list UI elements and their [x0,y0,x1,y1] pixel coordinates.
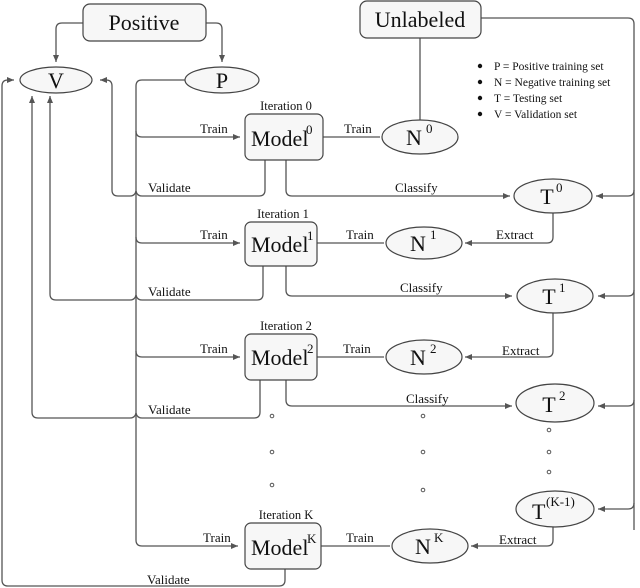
edge-model2-to-t2 [285,380,512,409]
t-superscript: 0 [556,180,563,195]
iteration-title: Iteration 2 [260,319,312,333]
n-superscript: K [434,530,444,545]
iterative-training-diagram: Positive Unlabeled V P P = Positive trai… [1,0,635,587]
t-superscript: 2 [559,388,566,403]
train-label: Train [203,530,231,545]
n-label: N [406,125,422,150]
unlabeled-node: Unlabeled [359,0,482,39]
n-superscript: 1 [430,227,437,242]
train-label: Train [200,227,228,242]
train-label: Train [344,121,372,136]
n-superscript: 2 [430,341,437,356]
model-superscript: 1 [307,228,314,243]
model-superscript: 0 [306,122,313,137]
t-label: T [542,284,556,309]
edge-model2-validate [29,96,261,419]
extract-label: Extract [502,343,540,358]
iteration-title: Iteration K [259,508,314,522]
edge-rail-to-t0 [596,189,635,199]
continuation-dots [269,413,552,493]
extract-label: Extract [499,532,537,547]
t-label: T [542,392,556,417]
classify-label: Classify [406,391,449,406]
edge-model1-validate [47,96,264,301]
legend: P = Positive training set N = Negative t… [477,61,611,121]
edge-modelk-validate [1,77,286,587]
edge-positive-to-v [53,22,83,62]
iteration-title: Iteration 1 [257,207,309,221]
validate-label: Validate [148,402,191,417]
validate-label: Validate [147,572,190,587]
edge-model0-validate [100,77,266,197]
n-label: N [410,231,426,256]
legend-item: V = Validation set [494,109,578,121]
n-superscript: 0 [426,121,433,136]
model-superscript: 2 [307,341,314,356]
t-superscript: 1 [559,280,566,295]
n-label: N [415,534,431,559]
edge-rail-to-t2 [598,399,635,409]
edge-p-trunk [135,79,238,549]
validate-label: Validate [148,284,191,299]
t-label: T [532,499,546,524]
v-node: V [19,66,93,94]
edge-rail-to-t1 [598,289,635,299]
model-label: Model [251,345,308,370]
model-superscript: K [307,531,317,546]
t-label: T [540,184,554,209]
model-label: Model [251,126,308,151]
n-label: N [410,345,426,370]
t-superscript: (K-1) [546,494,575,509]
iteration-k: Iteration K Model K N K T (K-1) Train Tr… [147,490,595,587]
legend-item: N = Negative training set [494,77,611,89]
train-label: Train [346,530,374,545]
iteration-title: Iteration 0 [260,99,312,113]
edge-positive-to-p [206,22,225,62]
train-label: Train [343,341,371,356]
unlabeled-label: Unlabeled [375,7,465,32]
edge-rail-to-tk [598,502,635,512]
train-label: Train [200,341,228,356]
p-node: P [184,66,260,94]
p-label: P [216,68,228,93]
classify-label: Classify [400,280,443,295]
edge-model1-to-t1 [285,266,512,299]
extract-label: Extract [496,227,534,242]
model-label: Model [251,535,308,560]
train-label: Train [200,121,228,136]
model-label: Model [251,232,308,257]
legend-item: P = Positive training set [494,61,604,73]
classify-label: Classify [395,180,438,195]
train-label: Train [346,227,374,242]
iteration-1: Iteration 1 Model 1 N 1 T 1 Train Train … [148,207,594,314]
positive-label: Positive [109,10,180,35]
validate-label: Validate [148,180,191,195]
legend-item: T = Testing set [494,93,563,105]
v-label: V [48,68,64,93]
positive-node: Positive [82,3,207,42]
